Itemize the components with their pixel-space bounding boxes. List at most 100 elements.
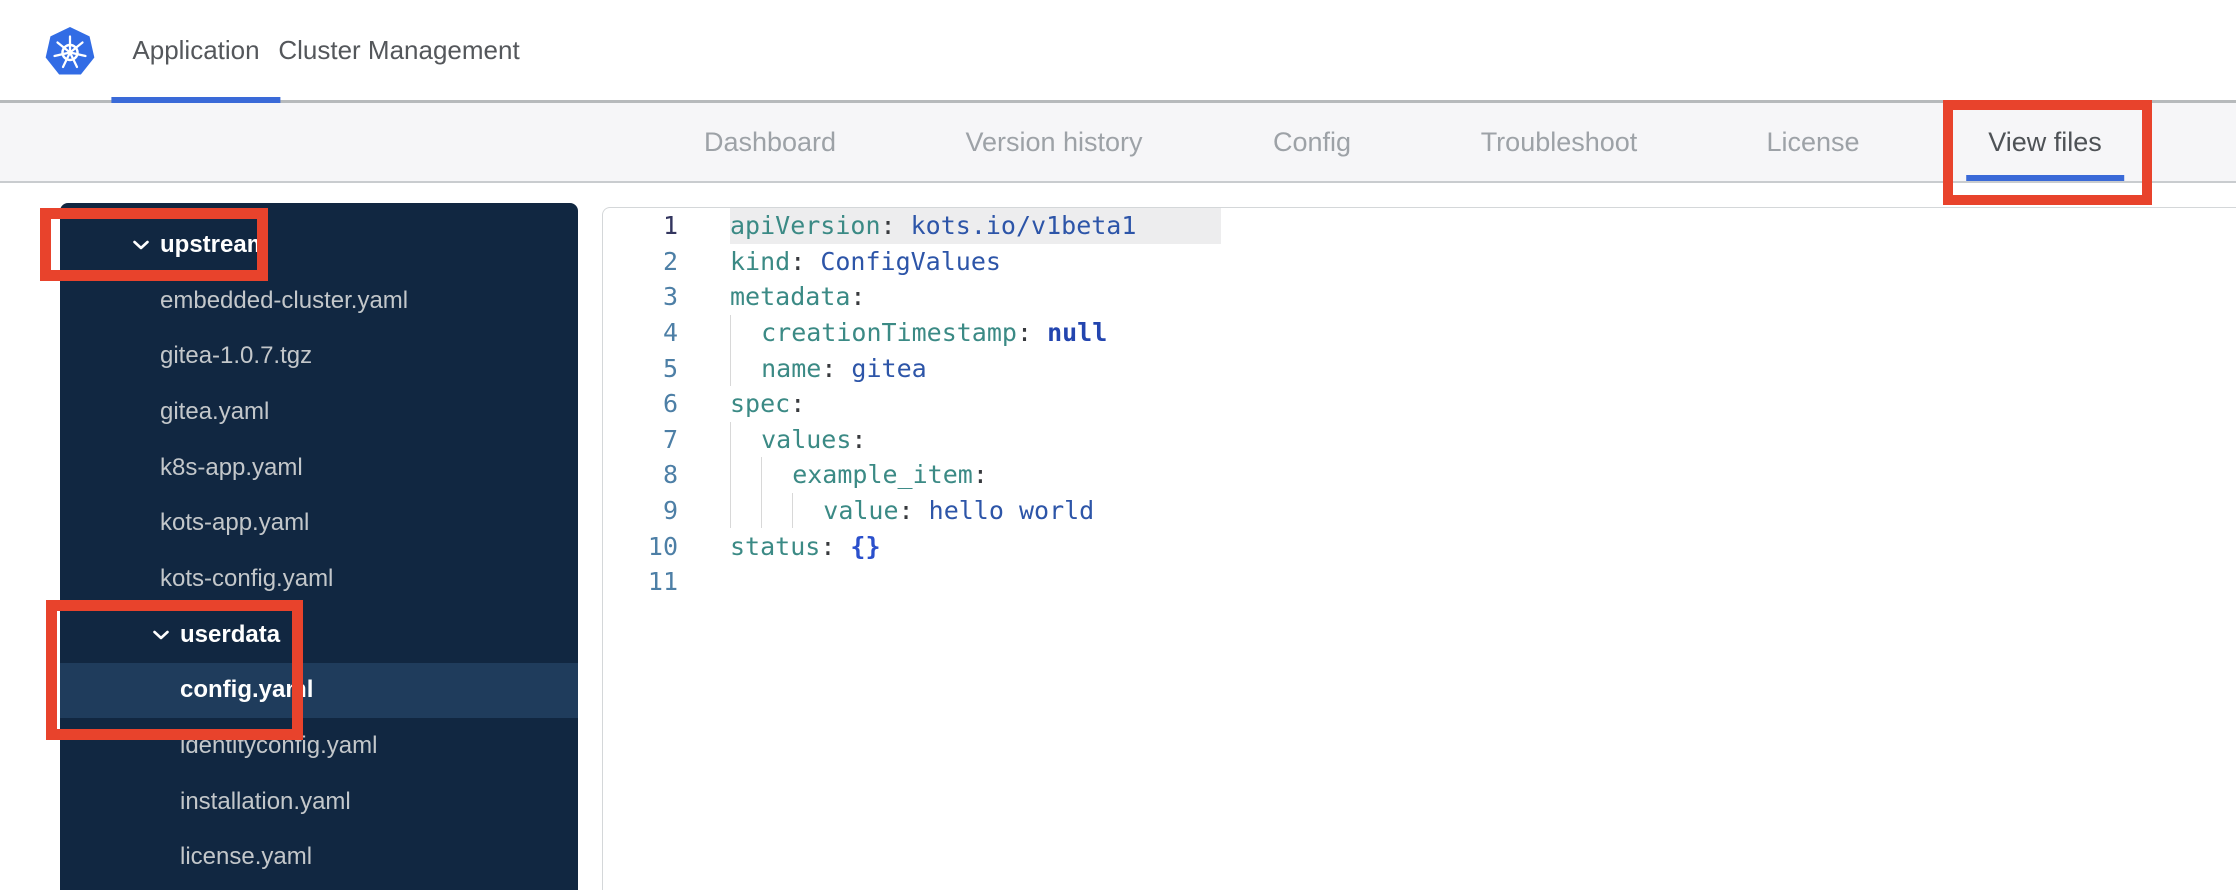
line-number: 8 <box>662 460 678 490</box>
code-token: status <box>730 531 821 561</box>
code-token: : <box>821 353 852 383</box>
code-line-3: 3 metadata: <box>603 279 2236 315</box>
code-line-11: 11 <box>603 564 2236 600</box>
tree-item-kots-app-yaml[interactable]: kots-app.yaml <box>60 495 578 551</box>
code-content: metadata: <box>730 279 865 315</box>
code-token: null <box>1047 318 1108 348</box>
code-content: values: <box>730 421 867 458</box>
code-token: apiVersion <box>730 211 881 241</box>
code-content: status: {} <box>730 528 881 564</box>
code-content: name: gitea <box>730 350 927 386</box>
code-token: spec <box>730 389 791 419</box>
line-number: 2 <box>662 246 678 276</box>
line-number: 11 <box>647 567 678 597</box>
code-token: kots.io/v1beta1 <box>910 211 1137 241</box>
code-token: : <box>880 211 911 241</box>
code-content: spec: <box>730 386 805 422</box>
code-token: : <box>790 389 806 419</box>
code-line-10: 10 status: {} <box>603 528 2236 564</box>
code-content: kind: ConfigValues <box>730 244 1001 280</box>
subnav-tab-view-files[interactable]: View files <box>1966 103 2124 181</box>
tree-item-label: config.yaml <box>180 676 314 704</box>
tree-item-gitea-yaml[interactable]: gitea.yaml <box>60 384 578 440</box>
subnav-tab-version-history[interactable]: Version history <box>965 103 1142 181</box>
header-tab-application[interactable]: Application <box>111 0 281 103</box>
code-content: value: hello world <box>730 492 1095 529</box>
tree-item-gitea-1-0-7-tgz[interactable]: gitea-1.0.7.tgz <box>60 328 578 384</box>
subnav-tab-license[interactable]: License <box>1766 103 1859 181</box>
code-token: kind <box>730 246 791 276</box>
file-tree: upstream embedded-cluster.yaml gitea-1.0.7… <box>60 203 578 890</box>
tree-item-userdata[interactable]: userdata <box>60 607 578 663</box>
code-token: creationTimestamp <box>761 318 1017 348</box>
chevron-down-icon <box>133 240 149 250</box>
code-token: : <box>850 282 866 312</box>
editor-lines: 1 apiVersion: kots.io/v1beta1 2 kind: Confi… <box>603 208 2236 600</box>
code-line-9: 9 value: hello world <box>603 492 2236 529</box>
code-line-4: 4 creationTimestamp: null <box>603 314 2236 351</box>
tree-item-embedded-cluster-yaml[interactable]: embedded-cluster.yaml <box>60 273 578 329</box>
chevron-down-icon <box>153 630 169 640</box>
top-header: Application Cluster Management <box>0 0 2236 103</box>
code-token: name <box>761 353 822 383</box>
code-line-5: 5 name: gitea <box>603 350 2236 386</box>
line-number: 7 <box>662 424 678 454</box>
tree-item-identityconfig-yaml[interactable]: identityconfig.yaml <box>60 718 578 774</box>
tree-item-license-yaml[interactable]: license.yaml <box>60 830 578 886</box>
line-number: 10 <box>647 531 678 561</box>
file-viewer-editor[interactable]: 1 apiVersion: kots.io/v1beta1 2 kind: Confi… <box>602 207 2236 890</box>
line-number: 4 <box>662 318 678 348</box>
code-content: example_item: <box>730 457 988 493</box>
tree-item-label: installation.yaml <box>180 787 351 815</box>
tree-item-k8s-app-yaml[interactable]: k8s-app.yaml <box>60 440 578 496</box>
header-tab-cluster-management[interactable]: Cluster Management <box>278 0 519 100</box>
code-line-6: 6 spec: <box>603 386 2236 422</box>
tree-item-label: upstream <box>160 230 269 258</box>
line-number: 3 <box>662 282 678 312</box>
tree-item-label: k8s-app.yaml <box>160 453 303 481</box>
tree-item-installation-yaml[interactable]: installation.yaml <box>60 774 578 830</box>
tree-item-label: userdata <box>180 620 281 648</box>
code-token: : <box>972 460 988 490</box>
code-line-2: 2 kind: ConfigValues <box>603 244 2236 280</box>
tree-item-upstream[interactable]: upstream <box>60 217 578 273</box>
code-token: gitea <box>851 353 927 383</box>
tree-item-kots-config-yaml[interactable]: kots-config.yaml <box>60 551 578 607</box>
line-number: 6 <box>662 389 678 419</box>
kubernetes-logo-icon <box>45 27 95 75</box>
tree-item-label: kots-app.yaml <box>160 509 310 537</box>
tree-item-label: identityconfig.yaml <box>180 732 378 760</box>
indent-guide <box>730 492 761 529</box>
indent-guide <box>730 350 761 386</box>
subnav-tab-troubleshoot[interactable]: Troubleshoot <box>1481 103 1638 181</box>
subnav-tab-config[interactable]: Config <box>1273 103 1351 181</box>
app-subnav: Dashboard Version history Config Troublesho… <box>0 103 2236 183</box>
indent-guide <box>761 492 792 529</box>
code-token: values <box>761 424 852 454</box>
indent-guide <box>730 457 761 493</box>
code-line-8: 8 example_item: <box>603 457 2236 493</box>
indent-guide <box>792 492 823 529</box>
code-token: : <box>790 246 821 276</box>
code-line-1: 1 apiVersion: kots.io/v1beta1 <box>603 208 2236 244</box>
code-token: : <box>820 531 851 561</box>
indent-guide <box>730 314 761 351</box>
tree-item-label: embedded-cluster.yaml <box>160 286 409 314</box>
code-token: metadata <box>730 282 851 312</box>
line-number: 9 <box>662 496 678 526</box>
subnav-tab-dashboard[interactable]: Dashboard <box>704 103 836 181</box>
indent-guide <box>761 457 792 493</box>
tree-item-label: gitea-1.0.7.tgz <box>160 342 313 370</box>
code-token: : <box>898 496 929 526</box>
indent-guide <box>730 421 761 458</box>
tree-item-label: license.yaml <box>180 843 313 871</box>
tree-item-label: gitea.yaml <box>160 397 270 425</box>
code-token: example_item <box>792 460 973 490</box>
tree-item-config-yaml[interactable]: config.yaml <box>60 662 578 719</box>
code-token: hello world <box>928 496 1095 526</box>
code-token: : <box>851 424 867 454</box>
kots-admin-console: Application Cluster Management Dashboard V… <box>0 0 2236 890</box>
code-line-7: 7 values: <box>603 421 2236 458</box>
line-number: 5 <box>662 353 678 383</box>
tree-item-label: kots-config.yaml <box>160 564 334 592</box>
